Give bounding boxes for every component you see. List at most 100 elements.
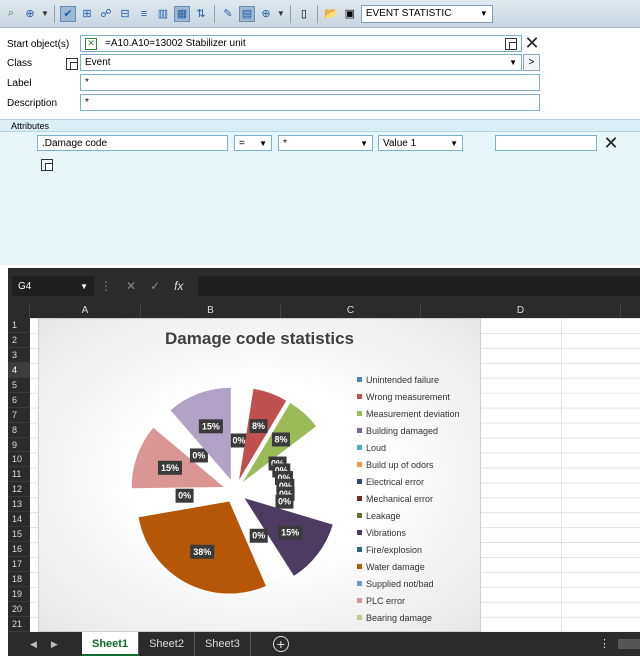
remove-attribute-icon[interactable]: ✕ (602, 134, 620, 152)
open-folder-icon[interactable]: 📂 (323, 6, 339, 22)
chart-icon[interactable]: ▥ (155, 6, 171, 22)
legend-item: Supplied not/bad (357, 575, 480, 592)
more-icon[interactable]: ⋮ (599, 637, 610, 650)
row-number[interactable]: 13 (8, 497, 30, 513)
tools-icon[interactable]: ✎ (220, 6, 236, 22)
slice-data-label: 0% (249, 528, 268, 543)
pie-chart[interactable]: Damage code statistics 0%8%8%0%0%0%0%0%0… (38, 318, 481, 632)
row-number[interactable]: 18 (8, 572, 30, 587)
column-a[interactable]: A (30, 304, 141, 318)
data-label-text: 0% (278, 497, 291, 507)
class-select[interactable]: Event ▼ (80, 54, 522, 71)
description-value: * (85, 97, 89, 108)
row-number[interactable]: 6 (8, 393, 30, 408)
close-icon[interactable]: ✕ (523, 34, 541, 52)
row-number[interactable]: 4 (8, 362, 30, 378)
more-icon[interactable]: ⋮ (100, 279, 112, 293)
column-c[interactable]: C (281, 304, 421, 318)
legend-item: Bearing damage (357, 609, 480, 626)
data-label-text: 0% (192, 450, 205, 460)
legend-label: Water damage (366, 561, 425, 572)
function-icon[interactable]: fx (174, 279, 183, 293)
slice-data-label: 15% (157, 460, 182, 475)
sort-icon[interactable]: ⇅ (193, 6, 209, 22)
row-number[interactable]: 7 (8, 408, 30, 423)
legend-swatch (357, 428, 362, 433)
column-b[interactable]: B (141, 304, 281, 318)
row-number[interactable]: 14 (8, 512, 30, 528)
row-number[interactable]: 2 (8, 333, 30, 348)
hierarchy-icon[interactable]: ≡ (136, 6, 152, 22)
formula-bar-area: G4 ▼ ⋮ ✕ ✓ fx (8, 268, 640, 304)
row-number[interactable]: 1 (8, 318, 30, 333)
column-d[interactable]: D (421, 304, 621, 318)
chevron-down-icon[interactable]: ▼ (277, 9, 285, 18)
add-icon[interactable]: ⊕ (258, 6, 274, 22)
start-object-field[interactable]: ✕ =A10.A10=13002 Stabilizer unit (80, 35, 522, 52)
attribute-extra-input[interactable] (495, 135, 597, 151)
row-number[interactable]: 15 (8, 527, 30, 543)
formula-icons: ⋮ ✕ ✓ fx (100, 276, 183, 296)
sheet-tab-bar: ◀ ▶ Sheet1 Sheet2 Sheet3 + ⋮ (8, 632, 640, 656)
legend-item: Vibrations (357, 524, 480, 541)
row-number[interactable]: 3 (8, 348, 30, 363)
cancel-icon[interactable]: ✕ (126, 279, 136, 293)
legend-item: Measurement deviation (357, 405, 480, 422)
row-header: 1 2 3 4 5 6 7 8 9 10 11 12 13 14 15 16 17 18 19 20 21 (8, 318, 30, 632)
row-number[interactable]: 17 (8, 557, 30, 572)
row-number[interactable]: 12 (8, 482, 30, 498)
check-icon[interactable]: ✔ (59, 5, 76, 22)
formula-input[interactable] (198, 276, 640, 296)
toolbar-separator (213, 4, 215, 23)
row-number[interactable]: 16 (8, 542, 30, 557)
document-icon[interactable]: ▯ (296, 6, 312, 22)
save-icon[interactable]: ▣ (342, 6, 358, 22)
description-input[interactable]: * (80, 94, 540, 111)
row-number[interactable]: 19 (8, 587, 30, 602)
row-number[interactable]: 8 (8, 423, 30, 438)
sheet-tab-1[interactable]: Sheet1 (82, 632, 140, 656)
operator-value: = (239, 137, 245, 149)
slice-data-label: 38% (190, 544, 215, 559)
prev-sheet-icon[interactable]: ◀ (30, 639, 37, 650)
row-number[interactable]: 5 (8, 378, 30, 393)
excel-embed: G4 ▼ ⋮ ✕ ✓ fx A B C D 1 2 3 4 5 6 7 8 9 10 11 12 13 1… (8, 268, 640, 656)
row-number[interactable]: 10 (8, 452, 30, 468)
horizontal-scrollbar[interactable] (618, 639, 640, 649)
table-icon[interactable]: ▤ (238, 5, 255, 22)
data-label-text: 0% (252, 531, 265, 541)
class-more-button[interactable]: > (523, 54, 540, 71)
tree-icon[interactable]: ⊟ (117, 6, 133, 22)
operator-select[interactable]: = ▼ (234, 135, 272, 151)
label-input[interactable]: * (80, 74, 540, 91)
network-icon[interactable]: ☍ (98, 6, 114, 22)
sheet-tab-3[interactable]: Sheet3 (195, 632, 251, 656)
sheet-nav: ◀ ▶ (8, 639, 82, 650)
binoculars-icon[interactable]: ⌕ (3, 6, 19, 22)
value-type-select[interactable]: Value 1 ▼ (378, 135, 463, 151)
add-sheet-icon[interactable]: + (272, 636, 289, 652)
next-sheet-icon[interactable]: ▶ (51, 639, 58, 650)
filter-icon[interactable]: ⊞ (79, 6, 95, 22)
row-number[interactable]: 9 (8, 438, 30, 453)
row-number[interactable]: 20 (8, 602, 30, 617)
copy-icon[interactable] (66, 58, 78, 70)
select-all-corner[interactable] (8, 304, 30, 318)
chevron-down-icon[interactable]: ▼ (41, 9, 49, 18)
row-number[interactable]: 11 (8, 467, 30, 483)
attribute-name-input[interactable]: .Damage code (37, 135, 228, 151)
attribute-value-select[interactable]: * ▼ (278, 135, 373, 151)
copy-icon[interactable] (505, 37, 517, 50)
add-icon[interactable]: ⊕ (22, 6, 38, 22)
add-attribute-icon[interactable] (41, 159, 53, 171)
name-box[interactable]: G4 ▼ (12, 276, 94, 296)
pie-svg: 0%8%8%0%0%0%0%0%0%15%0%38%0%15%0%15% (131, 387, 333, 594)
sheet-tab-2[interactable]: Sheet2 (139, 632, 195, 656)
row-number[interactable]: 21 (8, 617, 30, 632)
class-label: Class (7, 58, 33, 69)
grid-icon[interactable]: ▦ (173, 5, 190, 22)
statistic-select[interactable]: EVENT STATISTIC ▼ (360, 4, 493, 23)
legend-swatch (357, 479, 362, 484)
legend-item: Building damaged (357, 422, 480, 439)
confirm-icon[interactable]: ✓ (150, 279, 160, 293)
